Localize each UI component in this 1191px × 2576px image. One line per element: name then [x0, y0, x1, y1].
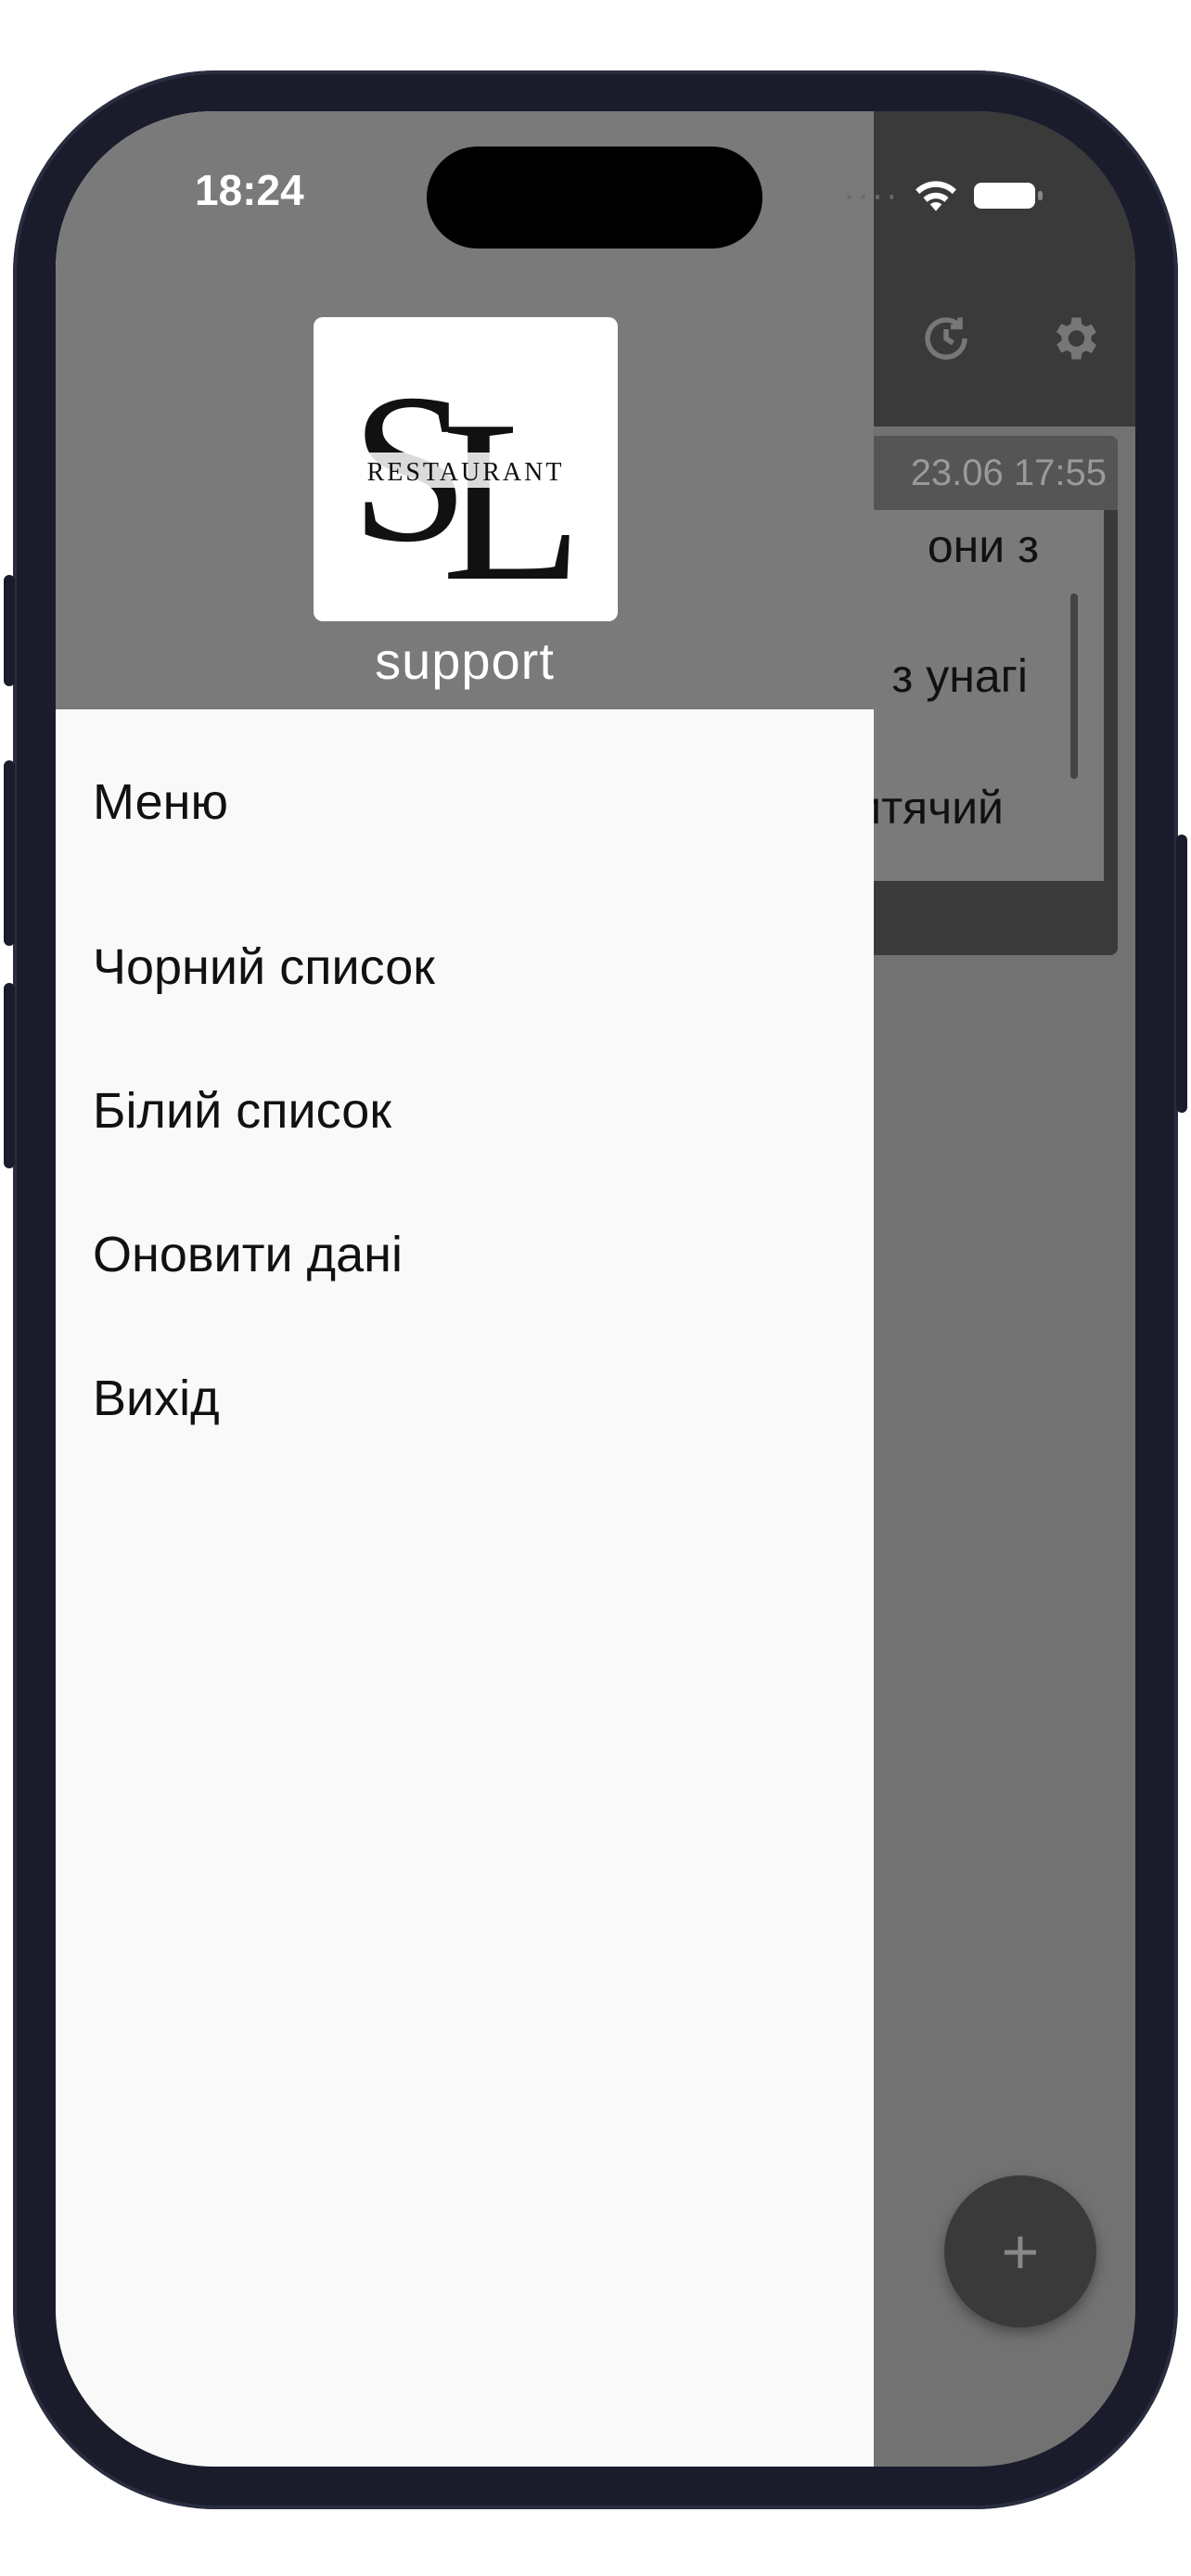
dynamic-island — [427, 147, 762, 249]
svg-text:L: L — [442, 373, 583, 621]
scrollbar[interactable] — [1070, 593, 1078, 779]
screen: 23.06 17:55 они з з унагі итячий + S L R… — [56, 111, 1135, 2467]
add-button[interactable]: + — [944, 2175, 1096, 2327]
menu-item-logout[interactable]: Вихід — [56, 1326, 874, 1470]
menu-item-blacklist[interactable]: Чорний список — [56, 895, 874, 1039]
card-line: з унагі — [891, 650, 1028, 702]
restaurant-logo: S L RESTAURANT — [314, 317, 618, 630]
menu-item-refresh-data[interactable]: Оновити дані — [56, 1182, 874, 1326]
menu-item-whitelist[interactable]: Білий список — [56, 1039, 874, 1182]
side-button-left-volume-down — [4, 983, 15, 1168]
history-icon[interactable] — [918, 311, 974, 366]
svg-text:RESTAURANT: RESTAURANT — [367, 458, 565, 487]
card-line: они з — [927, 520, 1039, 572]
side-button-left — [4, 575, 15, 686]
status-time: 18:24 — [195, 166, 304, 214]
logo-subtitle: support — [375, 631, 555, 690]
battery-icon — [974, 182, 1043, 209]
menu-item-menu[interactable]: Меню — [56, 709, 874, 895]
side-button-left-volume — [4, 760, 15, 946]
order-date: 23.06 17:55 — [910, 453, 1107, 493]
side-button-right — [1176, 835, 1187, 1113]
wifi-icon — [916, 180, 956, 211]
status-icons: ···· — [843, 174, 1046, 216]
signal-icon: ···· — [842, 174, 900, 215]
navigation-drawer: S L RESTAURANT support Меню Чорний списо… — [56, 111, 874, 2467]
settings-icon[interactable] — [1046, 311, 1102, 366]
drawer-menu: Меню Чорний список Білий список Оновити … — [56, 709, 874, 1470]
card-line: итячий — [855, 782, 1004, 834]
